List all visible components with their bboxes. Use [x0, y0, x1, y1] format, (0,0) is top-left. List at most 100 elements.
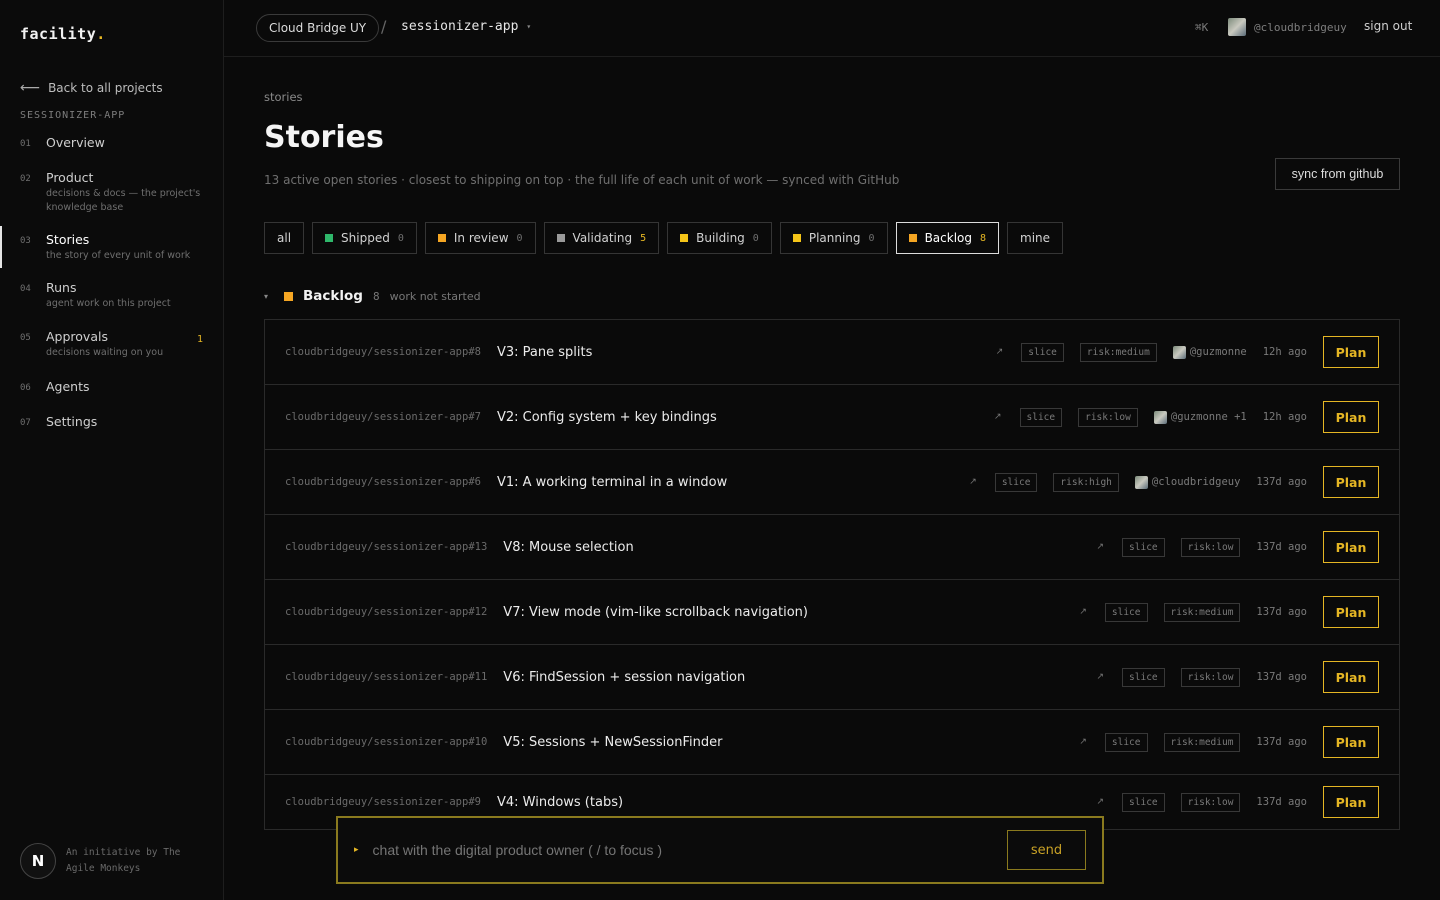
updated-time: 137d ago	[1256, 671, 1307, 683]
external-link-icon[interactable]: ↗	[1079, 737, 1087, 747]
nav-label: Settings	[46, 414, 98, 429]
filter-shipped[interactable]: Shipped 0	[312, 222, 417, 254]
story-title[interactable]: V8: Mouse selection	[503, 540, 1096, 555]
story-ref[interactable]: cloudbridgeuy/sessionizer-app#8	[285, 346, 481, 358]
sidebar-item-agents[interactable]: 06 Agents	[0, 379, 223, 409]
project-label: SESSIONIZER-APP	[20, 110, 126, 121]
table-row[interactable]: cloudbridgeuy/sessionizer-app#7 V2: Conf…	[265, 385, 1399, 450]
story-title[interactable]: V2: Config system + key bindings	[497, 410, 994, 425]
top-bar: Cloud Bridge UY / sessionizer-app ▾ ⌘K @…	[224, 0, 1440, 57]
filter-count: 5	[640, 232, 647, 244]
risk-tag: risk:medium	[1163, 602, 1241, 622]
story-ref[interactable]: cloudbridgeuy/sessionizer-app#12	[285, 606, 487, 618]
external-link-icon[interactable]: ↗	[1097, 672, 1105, 682]
story-title[interactable]: V5: Sessions + NewSessionFinder	[503, 735, 1079, 750]
agile-monkeys-logo-icon[interactable]: N	[20, 843, 56, 879]
back-label: Back to all projects	[48, 81, 163, 95]
app-name: sessionizer-app	[401, 19, 519, 34]
story-ref[interactable]: cloudbridgeuy/sessionizer-app#9	[285, 796, 481, 808]
external-link-icon[interactable]: ↗	[1079, 607, 1087, 617]
story-title[interactable]: V6: FindSession + session navigation	[503, 670, 1096, 685]
filter-planning[interactable]: Planning 0	[779, 222, 888, 254]
group-description: work not started	[389, 289, 481, 303]
story-ref[interactable]: cloudbridgeuy/sessionizer-app#10	[285, 736, 487, 748]
updated-time: 12h ago	[1262, 346, 1307, 358]
story-title[interactable]: V1: A working terminal in a window	[497, 475, 969, 490]
table-row[interactable]: cloudbridgeuy/sessionizer-app#10 V5: Ses…	[265, 710, 1399, 775]
plan-button[interactable]: Plan	[1323, 531, 1379, 563]
story-ref[interactable]: cloudbridgeuy/sessionizer-app#6	[285, 476, 481, 488]
nav-label: Runs	[46, 280, 77, 295]
filter-count: 8	[980, 232, 987, 244]
filter-label: mine	[1020, 231, 1051, 245]
story-title[interactable]: V4: Windows (tabs)	[497, 795, 1097, 810]
updated-time: 137d ago	[1256, 796, 1307, 808]
arrow-left-icon: ⟵	[20, 80, 41, 96]
plan-button[interactable]: Plan	[1323, 596, 1379, 628]
app-selector[interactable]: sessionizer-app ▾	[401, 19, 531, 34]
sidebar-item-approvals[interactable]: 05 Approvals decisions waiting on you 1	[0, 329, 223, 367]
nav-label: Approvals	[46, 329, 108, 344]
nav-number: 04	[20, 284, 31, 294]
table-row[interactable]: cloudbridgeuy/sessionizer-app#6 V1: A wo…	[265, 450, 1399, 515]
table-row[interactable]: cloudbridgeuy/sessionizer-app#12 V7: Vie…	[265, 580, 1399, 645]
story-title[interactable]: V3: Pane splits	[497, 345, 996, 360]
filter-in-review[interactable]: In review 0	[424, 222, 536, 254]
backlog-group-header[interactable]: ▾ Backlog 8 work not started	[264, 288, 481, 304]
external-link-icon[interactable]: ↗	[994, 412, 1002, 422]
footer-line-1: An initiative by The	[66, 847, 181, 858]
risk-tag: risk:low	[1180, 667, 1241, 687]
nav-number: 02	[20, 174, 31, 184]
table-row[interactable]: cloudbridgeuy/sessionizer-app#13 V8: Mou…	[265, 515, 1399, 580]
plan-button[interactable]: Plan	[1323, 661, 1379, 693]
sidebar-item-settings[interactable]: 07 Settings	[0, 414, 223, 444]
external-link-icon[interactable]: ↗	[1097, 542, 1105, 552]
sidebar-nav: 01 Overview 02 Product decisions & docs …	[0, 135, 223, 444]
table-row[interactable]: cloudbridgeuy/sessionizer-app#8 V3: Pane…	[265, 320, 1399, 385]
nav-label: Product	[46, 170, 94, 185]
filter-count: 0	[516, 232, 523, 244]
filter-validating[interactable]: Validating 5	[543, 222, 660, 254]
slice-tag: slice	[1122, 667, 1165, 687]
sidebar-item-stories[interactable]: 03 Stories the story of every unit of wo…	[0, 226, 223, 268]
external-link-icon[interactable]: ↗	[1097, 797, 1105, 807]
story-ref[interactable]: cloudbridgeuy/sessionizer-app#11	[285, 671, 487, 683]
story-ref[interactable]: cloudbridgeuy/sessionizer-app#13	[285, 541, 487, 553]
filter-all[interactable]: all	[264, 222, 305, 254]
filter-mine[interactable]: mine	[1007, 222, 1064, 254]
plan-button[interactable]: Plan	[1323, 726, 1379, 758]
sync-from-github-button[interactable]: sync from github	[1275, 158, 1400, 190]
organization-selector[interactable]: Cloud Bridge UY	[256, 14, 380, 42]
chat-input[interactable]	[372, 842, 1007, 858]
sidebar-item-runs[interactable]: 04 Runs agent work on this project	[0, 280, 223, 318]
sidebar: facility. ⟵ Back to all projects SESSION…	[0, 0, 224, 900]
risk-tag: risk:low	[1078, 407, 1138, 427]
plan-button[interactable]: Plan	[1323, 786, 1379, 818]
plan-button[interactable]: Plan	[1323, 466, 1379, 498]
nav-number: 06	[20, 383, 31, 393]
group-count: 8	[372, 289, 380, 303]
filter-building[interactable]: Building 0	[667, 222, 772, 254]
assignee-name: @guzmonne +1	[1170, 411, 1247, 423]
status-swatch-icon	[908, 234, 917, 242]
filter-backlog[interactable]: Backlog 8	[895, 222, 1000, 254]
nav-number: 03	[20, 236, 31, 246]
plan-button[interactable]: Plan	[1323, 336, 1379, 368]
story-title[interactable]: V7: View mode (vim-like scrollback navig…	[503, 605, 1079, 620]
plan-button[interactable]: Plan	[1323, 401, 1379, 433]
username: @cloudbridgeuy	[1254, 20, 1347, 34]
table-row[interactable]: cloudbridgeuy/sessionizer-app#11 V6: Fin…	[265, 645, 1399, 710]
story-ref[interactable]: cloudbridgeuy/sessionizer-app#7	[285, 411, 481, 423]
sidebar-item-overview[interactable]: 01 Overview	[0, 135, 223, 165]
nav-number: 01	[20, 139, 31, 149]
back-to-projects-link[interactable]: ⟵ Back to all projects	[20, 80, 163, 96]
user-menu[interactable]: @cloudbridgeuy	[1228, 18, 1347, 36]
command-palette-shortcut[interactable]: ⌘K	[1195, 21, 1208, 34]
sign-out-link[interactable]: sign out	[1364, 19, 1412, 33]
external-link-icon[interactable]: ↗	[996, 347, 1004, 357]
app-logo[interactable]: facility.	[20, 25, 106, 43]
external-link-icon[interactable]: ↗	[969, 477, 977, 487]
sidebar-item-product[interactable]: 02 Product decisions & docs — the projec…	[0, 170, 223, 218]
send-button[interactable]: send	[1007, 830, 1086, 870]
footer-line-2: Agile Monkeys	[66, 863, 141, 874]
